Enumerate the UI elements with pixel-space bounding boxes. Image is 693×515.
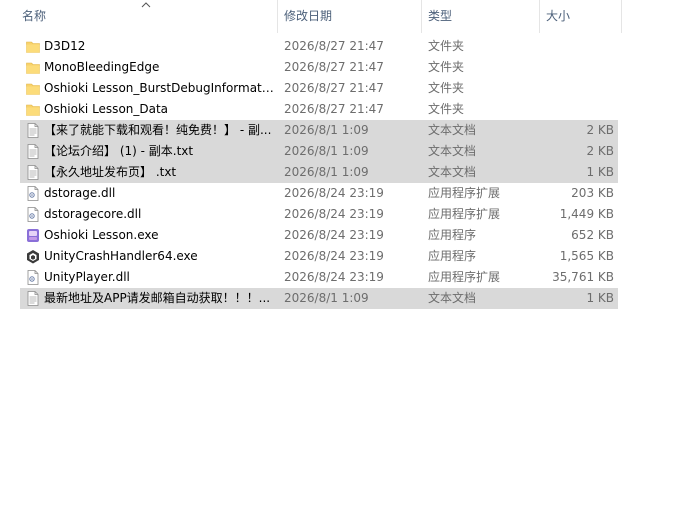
file-name: Oshioki Lesson_BurstDebugInformati... [44,81,276,95]
column-header-size[interactable]: 大小 [540,0,622,33]
file-type: 文本文档 [428,165,477,179]
file-name: Oshioki Lesson_Data [44,102,169,116]
file-row[interactable]: 【论坛介绍】 (1) - 副本.txt 2026/8/1 1:09 文本文档 2 KB [20,141,618,162]
file-date-modified: 2026/8/24 23:19 [284,249,384,263]
file-row[interactable]: MonoBleedingEdge 2026/8/27 21:47 文件夹 [20,57,618,78]
dll-file-icon [26,270,40,285]
column-header-name[interactable]: 名称 [0,0,278,33]
file-size [538,57,614,78]
file-type: 文本文档 [428,144,477,158]
file-size [538,36,614,57]
file-type: 文件夹 [428,81,465,95]
column-header-date-label: 修改日期 [284,9,333,23]
file-name: 【论坛介绍】 (1) - 副本.txt [44,144,194,158]
file-size: 1,449 KB [559,207,614,221]
file-name: D3D12 [44,39,86,53]
file-size [538,78,614,99]
file-name: UnityCrashHandler64.exe [44,249,198,263]
folder-icon [26,60,40,75]
file-row[interactable]: UnityPlayer.dll 2026/8/24 23:19 应用程序扩展 35,7… [20,267,618,288]
file-date-modified: 2026/8/24 23:19 [284,228,384,242]
file-date-modified: 2026/8/24 23:19 [284,207,384,221]
file-name: dstorage.dll [44,186,116,200]
file-date-modified: 2026/8/27 21:47 [284,60,384,74]
file-name: UnityPlayer.dll [44,270,130,284]
file-row[interactable]: dstorage.dll 2026/8/24 23:19 应用程序扩展 203 KB [20,183,618,204]
file-row[interactable]: D3D12 2026/8/27 21:47 文件夹 [20,36,618,57]
file-date-modified: 2026/8/24 23:19 [284,270,384,284]
file-type: 应用程序 [428,249,477,263]
file-name: dstoragecore.dll [44,207,142,221]
unity-icon [26,249,40,264]
file-row[interactable]: UnityCrashHandler64.exe 2026/8/24 23:19 应用… [20,246,618,267]
column-header-type-label: 类型 [428,9,453,23]
file-row[interactable]: 【来了就能下载和观看！纯免费！】 - 副... 2026/8/1 1:09 文本文档… [20,120,618,141]
file-row[interactable]: dstoragecore.dll 2026/8/24 23:19 应用程序扩展 1,4… [20,204,618,225]
file-type: 应用程序扩展 [428,207,501,221]
column-header-size-label: 大小 [546,9,571,23]
file-name: Oshioki Lesson.exe [44,228,159,242]
file-date-modified: 2026/8/1 1:09 [284,144,369,158]
sort-ascending-icon [141,2,151,8]
file-name: 【永久地址发布页】 .txt [44,165,177,179]
file-size: 1 KB [586,165,614,179]
file-size: 203 KB [571,186,614,200]
folder-icon [26,39,40,54]
dll-file-icon [26,207,40,222]
file-date-modified: 2026/8/27 21:47 [284,102,384,116]
file-name: 最新地址及APP请发邮箱自动获取！！！... [44,291,271,305]
file-size: 1 KB [586,291,614,305]
file-type: 文件夹 [428,60,465,74]
file-type: 应用程序扩展 [428,186,501,200]
file-type: 文本文档 [428,123,477,137]
file-row[interactable]: Oshioki Lesson_BurstDebugInformati... 202… [20,78,618,99]
file-date-modified: 2026/8/24 23:19 [284,186,384,200]
file-size [538,99,614,120]
file-size: 652 KB [571,228,614,242]
column-header-name-label: 名称 [22,9,47,23]
text-document-icon [26,165,40,180]
file-type: 文件夹 [428,39,465,53]
column-header-bar: 名称 修改日期 类型 大小 [0,0,693,33]
folder-icon [26,102,40,117]
text-document-icon [26,123,40,138]
file-size: 2 KB [586,123,614,137]
file-type: 应用程序 [428,228,477,242]
file-type: 应用程序扩展 [428,270,501,284]
file-size: 2 KB [586,144,614,158]
column-header-type[interactable]: 类型 [422,0,540,33]
text-document-icon [26,144,40,159]
file-date-modified: 2026/8/27 21:47 [284,39,384,53]
file-name: MonoBleedingEdge [44,60,160,74]
file-row[interactable]: Oshioki Lesson.exe 2026/8/24 23:19 应用程序 652… [20,225,618,246]
game-exe-icon [26,228,40,243]
file-date-modified: 2026/8/27 21:47 [284,81,384,95]
file-name: 【来了就能下载和观看！纯免费！】 - 副... [44,123,272,137]
column-header-date[interactable]: 修改日期 [278,0,422,33]
file-date-modified: 2026/8/1 1:09 [284,291,369,305]
file-size: 1,565 KB [559,249,614,263]
file-type: 文本文档 [428,291,477,305]
file-type: 文件夹 [428,102,465,116]
folder-icon [26,81,40,96]
file-date-modified: 2026/8/1 1:09 [284,165,369,179]
file-row[interactable]: 最新地址及APP请发邮箱自动获取！！！... 2026/8/1 1:09 文本文档 1… [20,288,618,309]
file-size: 35,761 KB [552,270,614,284]
file-row[interactable]: 【永久地址发布页】 .txt 2026/8/1 1:09 文本文档 1 KB [20,162,618,183]
file-row[interactable]: Oshioki Lesson_Data 2026/8/27 21:47 文件夹 [20,99,618,120]
text-document-icon [26,291,40,306]
file-date-modified: 2026/8/1 1:09 [284,123,369,137]
dll-file-icon [26,186,40,201]
